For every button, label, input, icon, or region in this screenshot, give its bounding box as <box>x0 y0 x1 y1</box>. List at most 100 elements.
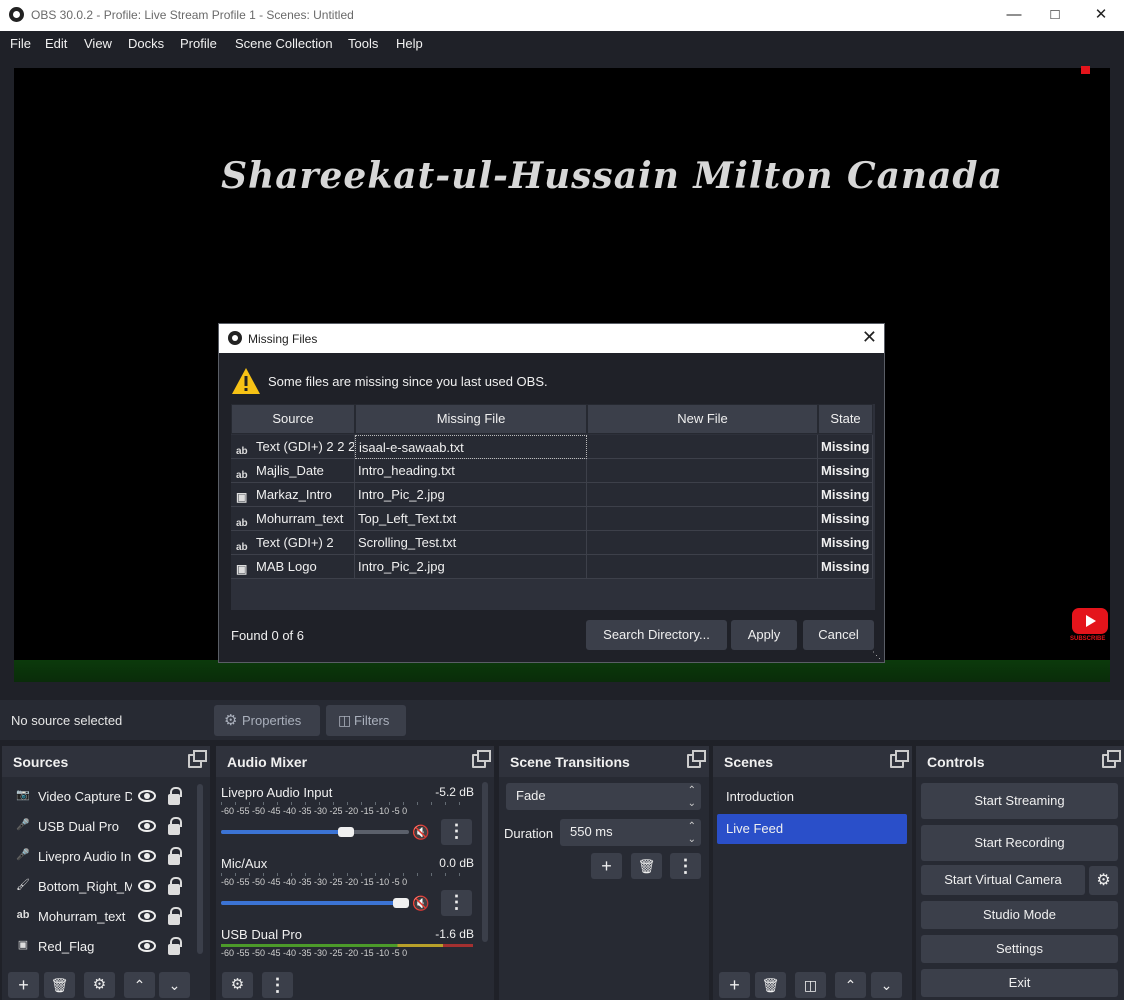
column-header-missing-file[interactable]: Missing File <box>355 404 587 434</box>
source-properties-button[interactable]: ⚙ <box>84 972 115 998</box>
eye-icon[interactable] <box>138 880 156 892</box>
scene-item-introduction[interactable]: Introduction <box>717 782 907 812</box>
obs-logo-icon <box>9 7 24 22</box>
float-dock-icon[interactable] <box>1102 750 1121 768</box>
row-missing-file[interactable]: Intro_heading.txt <box>355 459 587 483</box>
lock-icon[interactable] <box>168 787 182 805</box>
resize-grip-icon[interactable]: ⋱ <box>872 650 881 661</box>
source-label: Bottom_Right_M <box>38 879 132 894</box>
start-virtual-camera-button[interactable]: Start Virtual Camera <box>921 865 1085 895</box>
row-new-file[interactable] <box>587 435 818 459</box>
muted-speaker-icon[interactable]: 🔇 <box>412 824 429 841</box>
menu-tools[interactable]: Tools <box>348 36 378 51</box>
lock-icon[interactable] <box>168 817 182 835</box>
row-new-file[interactable] <box>587 507 818 531</box>
float-dock-icon[interactable] <box>687 750 706 768</box>
column-header-new-file[interactable]: New File <box>587 404 818 434</box>
menu-scene-collection[interactable]: Scene Collection <box>235 36 333 51</box>
muted-speaker-icon[interactable]: 🔇 <box>412 895 429 912</box>
row-missing-file[interactable]: Intro_Pic_2.jpg <box>355 483 587 507</box>
search-directory-button[interactable]: Search Directory... <box>586 620 727 650</box>
volume-slider-handle[interactable] <box>338 827 354 837</box>
start-recording-button[interactable]: Start Recording <box>921 825 1118 861</box>
eye-icon[interactable] <box>138 940 156 952</box>
minimize-icon[interactable]: — <box>991 0 1037 31</box>
dialog-close-icon[interactable]: ✕ <box>862 327 877 348</box>
column-header-state[interactable]: State <box>818 404 873 434</box>
add-source-button[interactable]: + <box>8 972 39 998</box>
menu-edit[interactable]: Edit <box>45 36 67 51</box>
transition-menu-button[interactable]: ⋮ <box>670 853 701 879</box>
source-item[interactable]: ab Mohurram_text <box>2 904 202 932</box>
float-dock-icon[interactable] <box>472 750 491 768</box>
transition-select[interactable]: Fade ⌃ ⌄ <box>506 783 701 810</box>
apply-button[interactable]: Apply <box>731 620 797 650</box>
menu-docks[interactable]: Docks <box>128 36 164 51</box>
source-item[interactable]: ▣ Red_Flag <box>2 934 202 962</box>
table-row[interactable]: ▣ MAB Logo Intro_Pic_2.jpg Missing <box>231 555 873 579</box>
eye-icon[interactable] <box>138 910 156 922</box>
move-source-up-button[interactable]: ⌃ <box>124 972 155 998</box>
mixer-channel-menu-button[interactable]: ⋮ <box>441 819 472 845</box>
table-row[interactable]: ab Text (GDI+) 2 Scrolling_Test.txt Missi… <box>231 531 873 555</box>
float-dock-icon[interactable] <box>890 750 909 768</box>
settings-button[interactable]: Settings <box>921 935 1118 963</box>
table-row[interactable]: ▣ Markaz_Intro Intro_Pic_2.jpg Missing <box>231 483 873 507</box>
duration-spinbox[interactable]: 550 ms ⌃ ⌄ <box>560 819 701 846</box>
lock-icon[interactable] <box>168 847 182 865</box>
row-new-file[interactable] <box>587 531 818 555</box>
row-missing-file[interactable]: Top_Left_Text.txt <box>355 507 587 531</box>
lock-icon[interactable] <box>168 937 182 955</box>
table-row[interactable]: ab Mohurram_text Top_Left_Text.txt Missin… <box>231 507 873 531</box>
lock-icon[interactable] <box>168 907 182 925</box>
sources-scrollbar[interactable] <box>197 784 203 954</box>
exit-button[interactable]: Exit <box>921 969 1118 997</box>
studio-mode-button[interactable]: Studio Mode <box>921 901 1118 929</box>
virtual-camera-settings-button[interactable]: ⚙ <box>1089 866 1118 895</box>
mixer-scrollbar[interactable] <box>482 782 488 942</box>
scene-item-live-feed[interactable]: Live Feed <box>717 814 907 844</box>
row-new-file[interactable] <box>587 483 818 507</box>
advanced-audio-properties-button[interactable]: ⚙ <box>222 972 253 998</box>
scene-filters-button[interactable]: ◫ <box>795 972 826 998</box>
row-new-file[interactable] <box>587 555 818 579</box>
add-transition-button[interactable]: + <box>591 853 622 879</box>
float-dock-icon[interactable] <box>188 750 207 768</box>
filters-button[interactable]: ◫ Filters <box>326 705 406 736</box>
add-scene-button[interactable]: + <box>719 972 750 998</box>
spin-arrows-icon[interactable]: ⌃ ⌄ <box>688 820 696 846</box>
source-item[interactable]: 📷 Video Capture D <box>2 784 202 812</box>
mixer-menu-button[interactable]: ⋮ <box>262 972 293 998</box>
lock-icon[interactable] <box>168 877 182 895</box>
row-missing-file[interactable]: Intro_Pic_2.jpg <box>355 555 587 579</box>
column-header-source[interactable]: Source <box>231 404 355 434</box>
mixer-channel-menu-button[interactable]: ⋮ <box>441 890 472 916</box>
menu-help[interactable]: Help <box>396 36 423 51</box>
eye-icon[interactable] <box>138 850 156 862</box>
source-item[interactable]: 🎤 Livepro Audio In <box>2 844 202 872</box>
menu-profile[interactable]: Profile <box>180 36 217 51</box>
volume-slider-handle[interactable] <box>393 898 409 908</box>
remove-source-button[interactable]: 🗑 <box>44 972 75 998</box>
menu-file[interactable]: File <box>10 36 31 51</box>
move-scene-up-button[interactable]: ⌃ <box>835 972 866 998</box>
row-missing-file[interactable]: Scrolling_Test.txt <box>355 531 587 555</box>
move-source-down-button[interactable]: ⌄ <box>159 972 190 998</box>
start-streaming-button[interactable]: Start Streaming <box>921 783 1118 819</box>
eye-icon[interactable] <box>138 820 156 832</box>
eye-icon[interactable] <box>138 790 156 802</box>
source-item[interactable]: 🖌 Bottom_Right_M <box>2 874 202 902</box>
table-row[interactable]: ab Text (GDI+) 2 2 2 isaal-e-sawaab.txt M… <box>231 435 873 459</box>
close-icon[interactable]: ✕ <box>1078 0 1124 31</box>
properties-button[interactable]: ⚙ Properties <box>214 705 320 736</box>
menu-view[interactable]: View <box>84 36 112 51</box>
maximize-icon[interactable]: □ <box>1032 0 1078 31</box>
source-item[interactable]: 🎤 USB Dual Pro <box>2 814 202 842</box>
remove-scene-button[interactable]: 🗑 <box>755 972 786 998</box>
row-new-file[interactable] <box>587 459 818 483</box>
remove-transition-button[interactable]: 🗑 <box>631 853 662 879</box>
table-row[interactable]: ab Majlis_Date Intro_heading.txt Missing <box>231 459 873 483</box>
cancel-button[interactable]: Cancel <box>803 620 874 650</box>
row-missing-file[interactable]: isaal-e-sawaab.txt <box>355 435 587 459</box>
move-scene-down-button[interactable]: ⌄ <box>871 972 902 998</box>
